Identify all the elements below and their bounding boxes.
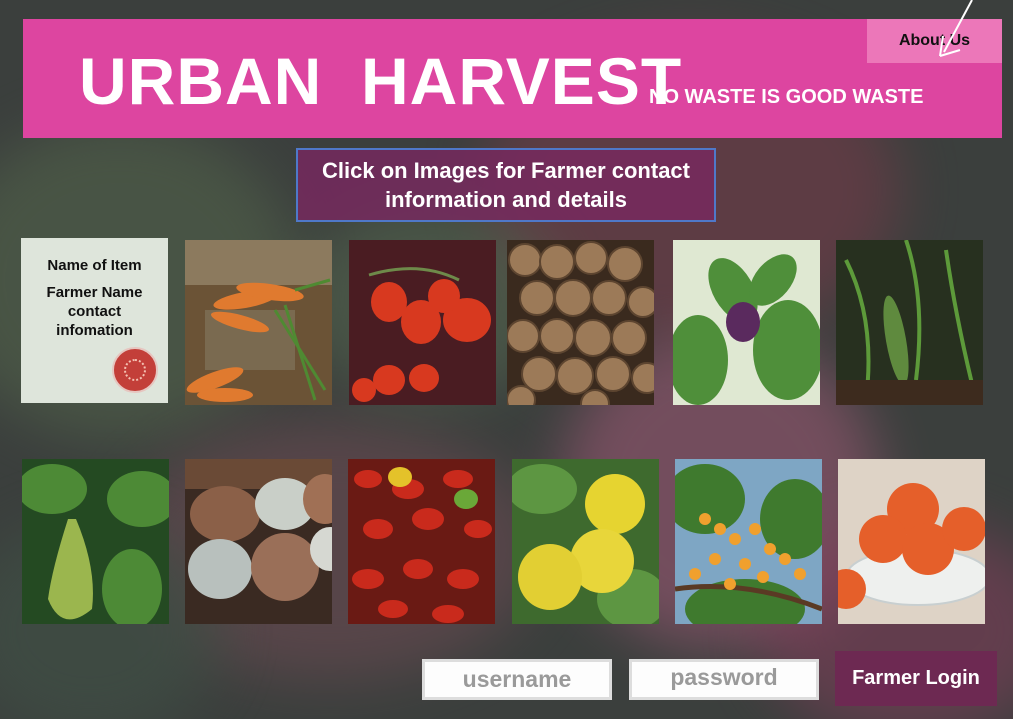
tagline: NO WASTE IS GOOD WASTE xyxy=(649,86,924,108)
walnuts-image xyxy=(507,240,654,405)
product-tile-walnuts[interactable] xyxy=(507,240,654,405)
product-tile-plum[interactable] xyxy=(673,240,820,405)
username-input[interactable]: username xyxy=(422,659,612,700)
farmer-info-label: Farmer Name contact infomation xyxy=(46,284,143,339)
item-name-label: Name of Item xyxy=(47,257,142,274)
farmer-login-button[interactable]: Farmer Login xyxy=(835,651,997,706)
product-tile-eggs[interactable] xyxy=(185,459,332,624)
product-tile-persimmons[interactable] xyxy=(838,459,985,624)
product-tile-cherry-tomatoes[interactable] xyxy=(349,240,496,405)
cursor-arrow-icon xyxy=(939,0,973,57)
eggs-image xyxy=(185,459,332,624)
brand-title: URBAN HARVEST xyxy=(79,44,683,118)
product-tile-apricots[interactable] xyxy=(675,459,822,624)
instructions-banner: Click on Images for Farmer contact infor… xyxy=(296,148,716,222)
chili-peppers-image xyxy=(348,459,495,624)
product-info-card[interactable]: Name of Item Farmer Name contact infomat… xyxy=(21,238,168,403)
pear-image xyxy=(22,459,169,624)
lemons-image xyxy=(512,459,659,624)
product-tile-cucumber[interactable] xyxy=(836,240,983,405)
tomatoes-image xyxy=(349,240,496,405)
plum-image xyxy=(673,240,820,405)
product-tile-carrots[interactable] xyxy=(185,240,332,405)
product-tile-lemons[interactable] xyxy=(512,459,659,624)
carrots-image xyxy=(185,240,332,405)
apricots-image xyxy=(675,459,822,624)
product-tile-chili-peppers[interactable] xyxy=(348,459,495,624)
site-header: URBAN HARVEST NO WASTE IS GOOD WASTE Abo… xyxy=(23,19,1002,138)
product-tile-pear[interactable] xyxy=(22,459,169,624)
persimmons-image xyxy=(838,459,985,624)
tomato-slice-icon xyxy=(112,347,158,393)
password-input[interactable]: password xyxy=(629,659,819,700)
cucumber-image xyxy=(836,240,983,405)
